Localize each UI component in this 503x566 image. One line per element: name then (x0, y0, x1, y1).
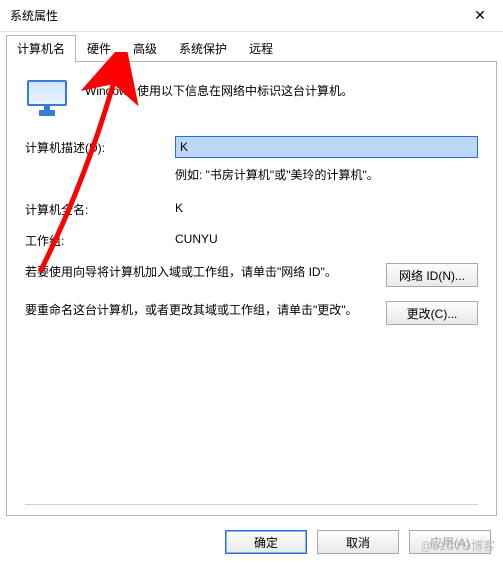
intro-text: Windows 使用以下信息在网络中标识这台计算机。 (85, 80, 353, 99)
apply-button[interactable]: 应用(A) (409, 530, 491, 554)
tab-computer-name[interactable]: 计算机名 (6, 35, 76, 62)
description-input[interactable] (175, 136, 478, 158)
tab-label: 硬件 (87, 42, 111, 56)
tabstrip: 计算机名 硬件 高级 系统保护 远程 (0, 32, 503, 62)
description-hint: 例如: "书房计算机"或"美玲的计算机"。 (175, 166, 478, 183)
button-label: 取消 (346, 536, 370, 550)
close-icon: ✕ (474, 7, 486, 24)
button-label: 网络 ID(N)... (399, 269, 465, 283)
cancel-button[interactable]: 取消 (317, 530, 399, 554)
network-id-button[interactable]: 网络 ID(N)... (386, 263, 478, 287)
workgroup-value: CUNYU (175, 232, 218, 249)
description-label: 计算机描述(D): (25, 139, 175, 156)
titlebar: 系统属性 ✕ (0, 0, 503, 32)
button-label: 应用(A) (430, 536, 470, 550)
separator (25, 504, 478, 505)
workgroup-label: 工作组: (25, 232, 175, 249)
computer-icon (25, 80, 69, 116)
full-name-label: 计算机全名: (25, 201, 175, 218)
full-name-value: K (175, 201, 183, 218)
tab-panel-computer-name: Windows 使用以下信息在网络中标识这台计算机。 计算机描述(D): 例如:… (6, 62, 497, 516)
tab-system-protection[interactable]: 系统保护 (168, 35, 238, 62)
button-label: 更改(C)... (407, 307, 458, 321)
ok-button[interactable]: 确定 (225, 530, 307, 554)
tab-label: 计算机名 (17, 42, 65, 56)
tab-hardware[interactable]: 硬件 (76, 35, 122, 62)
change-button[interactable]: 更改(C)... (386, 301, 478, 325)
button-label: 确定 (254, 536, 278, 550)
close-button[interactable]: ✕ (457, 0, 503, 32)
tab-label: 系统保护 (179, 42, 227, 56)
tab-advanced[interactable]: 高级 (122, 35, 168, 62)
network-id-text: 若要使用向导将计算机加入域或工作组，请单击"网络 ID"。 (25, 263, 386, 282)
dialog-footer: 确定 取消 应用(A) (0, 522, 503, 562)
tab-label: 高级 (133, 42, 157, 56)
tab-label: 远程 (249, 42, 273, 56)
tab-remote[interactable]: 远程 (238, 35, 284, 62)
change-text: 要重命名这台计算机，或者更改其域或工作组，请单击"更改"。 (25, 301, 386, 320)
window-title: 系统属性 (10, 7, 58, 24)
